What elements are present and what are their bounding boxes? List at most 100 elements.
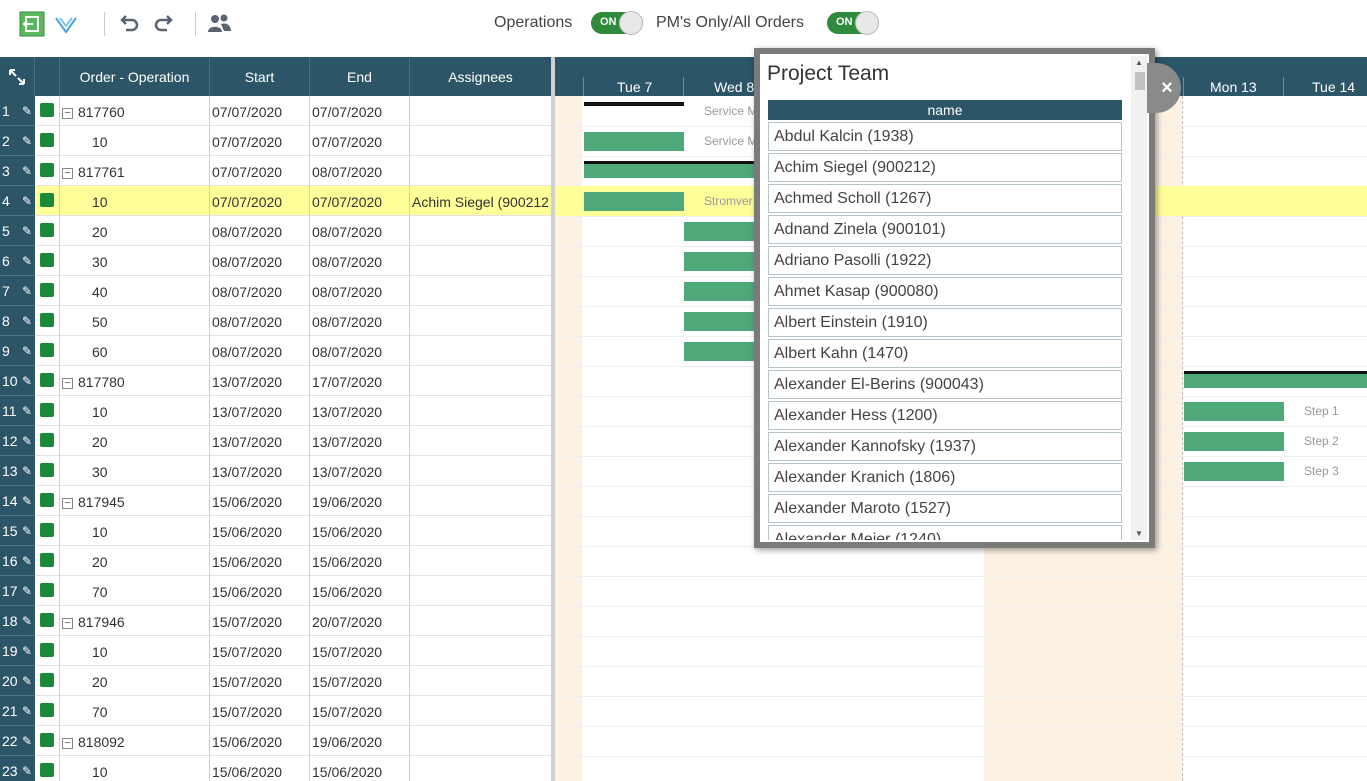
table-row[interactable]: 5 ✎ 20 08/07/2020 08/07/2020 [0,216,551,246]
operation-cell[interactable]: 60 [62,344,108,360]
operation-cell[interactable]: 20 [62,554,108,570]
collapse-icon[interactable]: − [62,108,73,119]
edit-icon[interactable]: ✎ [22,344,32,358]
operation-cell[interactable]: −817761 [62,164,125,180]
team-member-item[interactable]: Alexander Maroto (1527) [768,494,1122,523]
start-cell[interactable]: 07/07/2020 [212,194,282,210]
end-cell[interactable]: 20/07/2020 [312,614,382,630]
table-row[interactable]: 7 ✎ 40 08/07/2020 08/07/2020 [0,276,551,306]
operation-cell[interactable]: 10 [62,134,108,150]
operation-cell[interactable]: 30 [62,464,108,480]
end-cell[interactable]: 07/07/2020 [312,134,382,150]
team-member-item[interactable]: Alexander Hess (1200) [768,401,1122,430]
operation-cell[interactable]: 10 [62,644,108,660]
end-cell[interactable]: 13/07/2020 [312,404,382,420]
edit-icon[interactable]: ✎ [22,734,32,748]
end-cell[interactable]: 15/06/2020 [312,584,382,600]
end-cell[interactable]: 15/06/2020 [312,524,382,540]
operation-cell[interactable]: 20 [62,224,108,240]
edit-icon[interactable]: ✎ [22,374,32,388]
start-cell[interactable]: 07/07/2020 [212,164,282,180]
edit-icon[interactable]: ✎ [22,644,32,658]
edit-icon[interactable]: ✎ [22,524,32,538]
table-row[interactable]: 4 ✎ 10 07/07/2020 07/07/2020 Achim Siegel (90… [0,186,551,216]
team-member-item[interactable]: Albert Kahn (1470) [768,339,1122,368]
table-row[interactable]: 1 ✎ −817760 07/07/2020 07/07/2020 [0,96,551,126]
end-cell[interactable]: 08/07/2020 [312,314,382,330]
edit-icon[interactable]: ✎ [22,284,32,298]
end-cell[interactable]: 15/07/2020 [312,674,382,690]
start-cell[interactable]: 15/06/2020 [212,554,282,570]
operation-cell[interactable]: −817780 [62,374,125,390]
edit-icon[interactable]: ✎ [22,404,32,418]
operation-cell[interactable]: 10 [62,404,108,420]
operation-cell[interactable]: −818092 [62,734,125,750]
table-row[interactable]: 16 ✎ 20 15/06/2020 15/06/2020 [0,546,551,576]
end-cell[interactable]: 15/07/2020 [312,644,382,660]
end-cell[interactable]: 13/07/2020 [312,464,382,480]
team-member-item[interactable]: Alexander El-Berins (900043) [768,370,1122,399]
start-cell[interactable]: 08/07/2020 [212,344,282,360]
start-cell[interactable]: 15/07/2020 [212,674,282,690]
undo-icon[interactable] [115,10,143,38]
start-cell[interactable]: 08/07/2020 [212,254,282,270]
end-cell[interactable]: 15/06/2020 [312,764,382,780]
edit-icon[interactable]: ✎ [22,494,32,508]
edit-icon[interactable]: ✎ [22,584,32,598]
start-cell[interactable]: 13/07/2020 [212,404,282,420]
summary-bar[interactable] [584,102,684,106]
start-cell[interactable]: 13/07/2020 [212,374,282,390]
operation-cell[interactable]: 70 [62,704,108,720]
collapse-icon[interactable]: − [62,498,73,509]
dialog-scrollbar[interactable]: ▲ ▼ [1131,56,1147,540]
team-member-item[interactable]: Achmed Scholl (1267) [768,184,1122,213]
summary-bar[interactable] [1184,371,1367,388]
team-member-item[interactable]: Adriano Pasolli (1922) [768,246,1122,275]
end-cell[interactable]: 15/07/2020 [312,704,382,720]
end-cell[interactable]: 19/06/2020 [312,734,382,750]
table-row[interactable]: 10 ✎ −817780 13/07/2020 17/07/2020 [0,366,551,396]
team-member-item[interactable]: Ahmet Kasap (900080) [768,277,1122,306]
collapse-icon[interactable]: − [62,378,73,389]
scroll-thumb[interactable] [1135,72,1145,90]
operation-cell[interactable]: 50 [62,314,108,330]
start-cell[interactable]: 08/07/2020 [212,314,282,330]
start-cell[interactable]: 08/07/2020 [212,284,282,300]
scroll-down-icon[interactable]: ▼ [1135,529,1143,538]
start-cell[interactable]: 15/06/2020 [212,764,282,780]
edit-icon[interactable]: ✎ [22,314,32,328]
start-cell[interactable]: 13/07/2020 [212,434,282,450]
column-header-end[interactable]: End [310,57,410,96]
start-cell[interactable]: 08/07/2020 [212,224,282,240]
start-cell[interactable]: 15/07/2020 [212,644,282,660]
edit-icon[interactable]: ✎ [22,554,32,568]
end-cell[interactable]: 13/07/2020 [312,434,382,450]
start-cell[interactable]: 15/07/2020 [212,704,282,720]
operation-cell[interactable]: 20 [62,434,108,450]
table-row[interactable]: 9 ✎ 60 08/07/2020 08/07/2020 [0,336,551,366]
end-cell[interactable]: 08/07/2020 [312,284,382,300]
task-bar[interactable] [1184,462,1284,481]
operation-cell[interactable]: −817946 [62,614,125,630]
task-bar[interactable] [584,132,684,151]
pm-orders-toggle[interactable]: ON [827,11,879,35]
exit-icon[interactable] [18,10,46,38]
table-row[interactable]: 22 ✎ −818092 15/06/2020 19/06/2020 [0,726,551,756]
operation-cell[interactable]: −817945 [62,494,125,510]
team-member-item[interactable]: Achim Siegel (900212) [768,153,1122,182]
start-cell[interactable]: 15/07/2020 [212,614,282,630]
table-row[interactable]: 8 ✎ 50 08/07/2020 08/07/2020 [0,306,551,336]
operation-cell[interactable]: −817760 [62,104,125,120]
table-row[interactable]: 18 ✎ −817946 15/07/2020 20/07/2020 [0,606,551,636]
table-row[interactable]: 11 ✎ 10 13/07/2020 13/07/2020 [0,396,551,426]
edit-icon[interactable]: ✎ [22,434,32,448]
end-cell[interactable]: 19/06/2020 [312,494,382,510]
table-row[interactable]: 21 ✎ 70 15/07/2020 15/07/2020 [0,696,551,726]
operation-cell[interactable]: 10 [62,764,108,780]
start-cell[interactable]: 13/07/2020 [212,464,282,480]
edit-icon[interactable]: ✎ [22,224,32,238]
operation-cell[interactable]: 30 [62,254,108,270]
assignee-cell[interactable]: Achim Siegel (900212 [412,194,550,210]
edit-icon[interactable]: ✎ [22,674,32,688]
table-row[interactable]: 6 ✎ 30 08/07/2020 08/07/2020 [0,246,551,276]
